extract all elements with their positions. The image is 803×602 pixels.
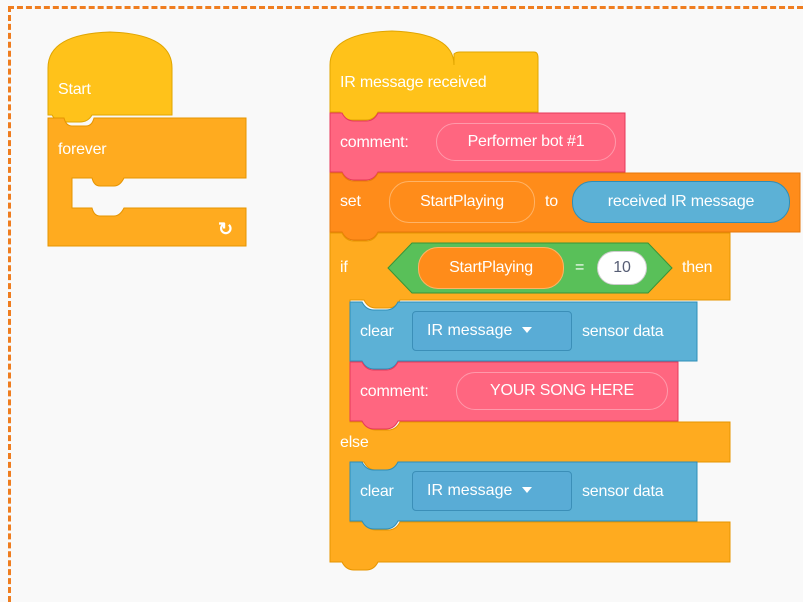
ir-message-received-hat[interactable]: IR message received [340, 73, 487, 93]
clear1-suffix: sensor data [582, 323, 664, 340]
if-keyword: if [340, 259, 348, 276]
comment2-text: YOUR SONG HERE [490, 382, 634, 399]
code-canvas: Start forever ↻ IR message received comm… [0, 0, 803, 602]
comment1-text-field[interactable]: Performer bot #1 [436, 123, 616, 161]
received-ir-message-reporter[interactable]: received IR message [572, 181, 790, 223]
chevron-down-icon [522, 486, 533, 493]
set-variable-reporter[interactable]: StartPlaying [389, 181, 535, 223]
comment1-text: Performer bot #1 [467, 133, 585, 150]
else-keyword: else [340, 434, 369, 451]
start-hat-block[interactable]: Start [58, 80, 91, 100]
comment1-prefix: comment: [340, 134, 409, 151]
equals-operator-symbol: = [575, 259, 585, 276]
clear1-sensor-dropdown[interactable]: IR message [412, 311, 572, 351]
number-input-value: 10 [613, 259, 631, 276]
set-keyword: set [340, 193, 361, 210]
chevron-down-icon [522, 326, 533, 333]
if-variable-reporter[interactable]: StartPlaying [418, 247, 564, 289]
clear1-keyword: clear [360, 323, 394, 340]
clear2-suffix: sensor data [582, 483, 664, 500]
clear2-keyword: clear [360, 483, 394, 500]
comment2-text-field[interactable]: YOUR SONG HERE [456, 372, 668, 410]
clear2-sensor-dropdown[interactable]: IR message [412, 471, 572, 511]
loop-arrow-icon: ↻ [218, 219, 233, 239]
forever-block-shape [47, 117, 247, 247]
number-input-field[interactable]: 10 [597, 251, 647, 285]
clear2-sensor-value: IR message [427, 482, 513, 499]
start-hat-block-shape [47, 31, 173, 123]
comment2-prefix: comment: [360, 383, 429, 400]
forever-block[interactable]: forever [58, 140, 107, 160]
set-to-keyword: to [545, 193, 558, 210]
received-ir-message-label: received IR message [607, 193, 755, 210]
clear1-sensor-value: IR message [427, 322, 513, 339]
then-keyword: then [682, 259, 713, 276]
set-variable-name: StartPlaying [420, 193, 504, 210]
if-variable-name: StartPlaying [449, 259, 533, 276]
